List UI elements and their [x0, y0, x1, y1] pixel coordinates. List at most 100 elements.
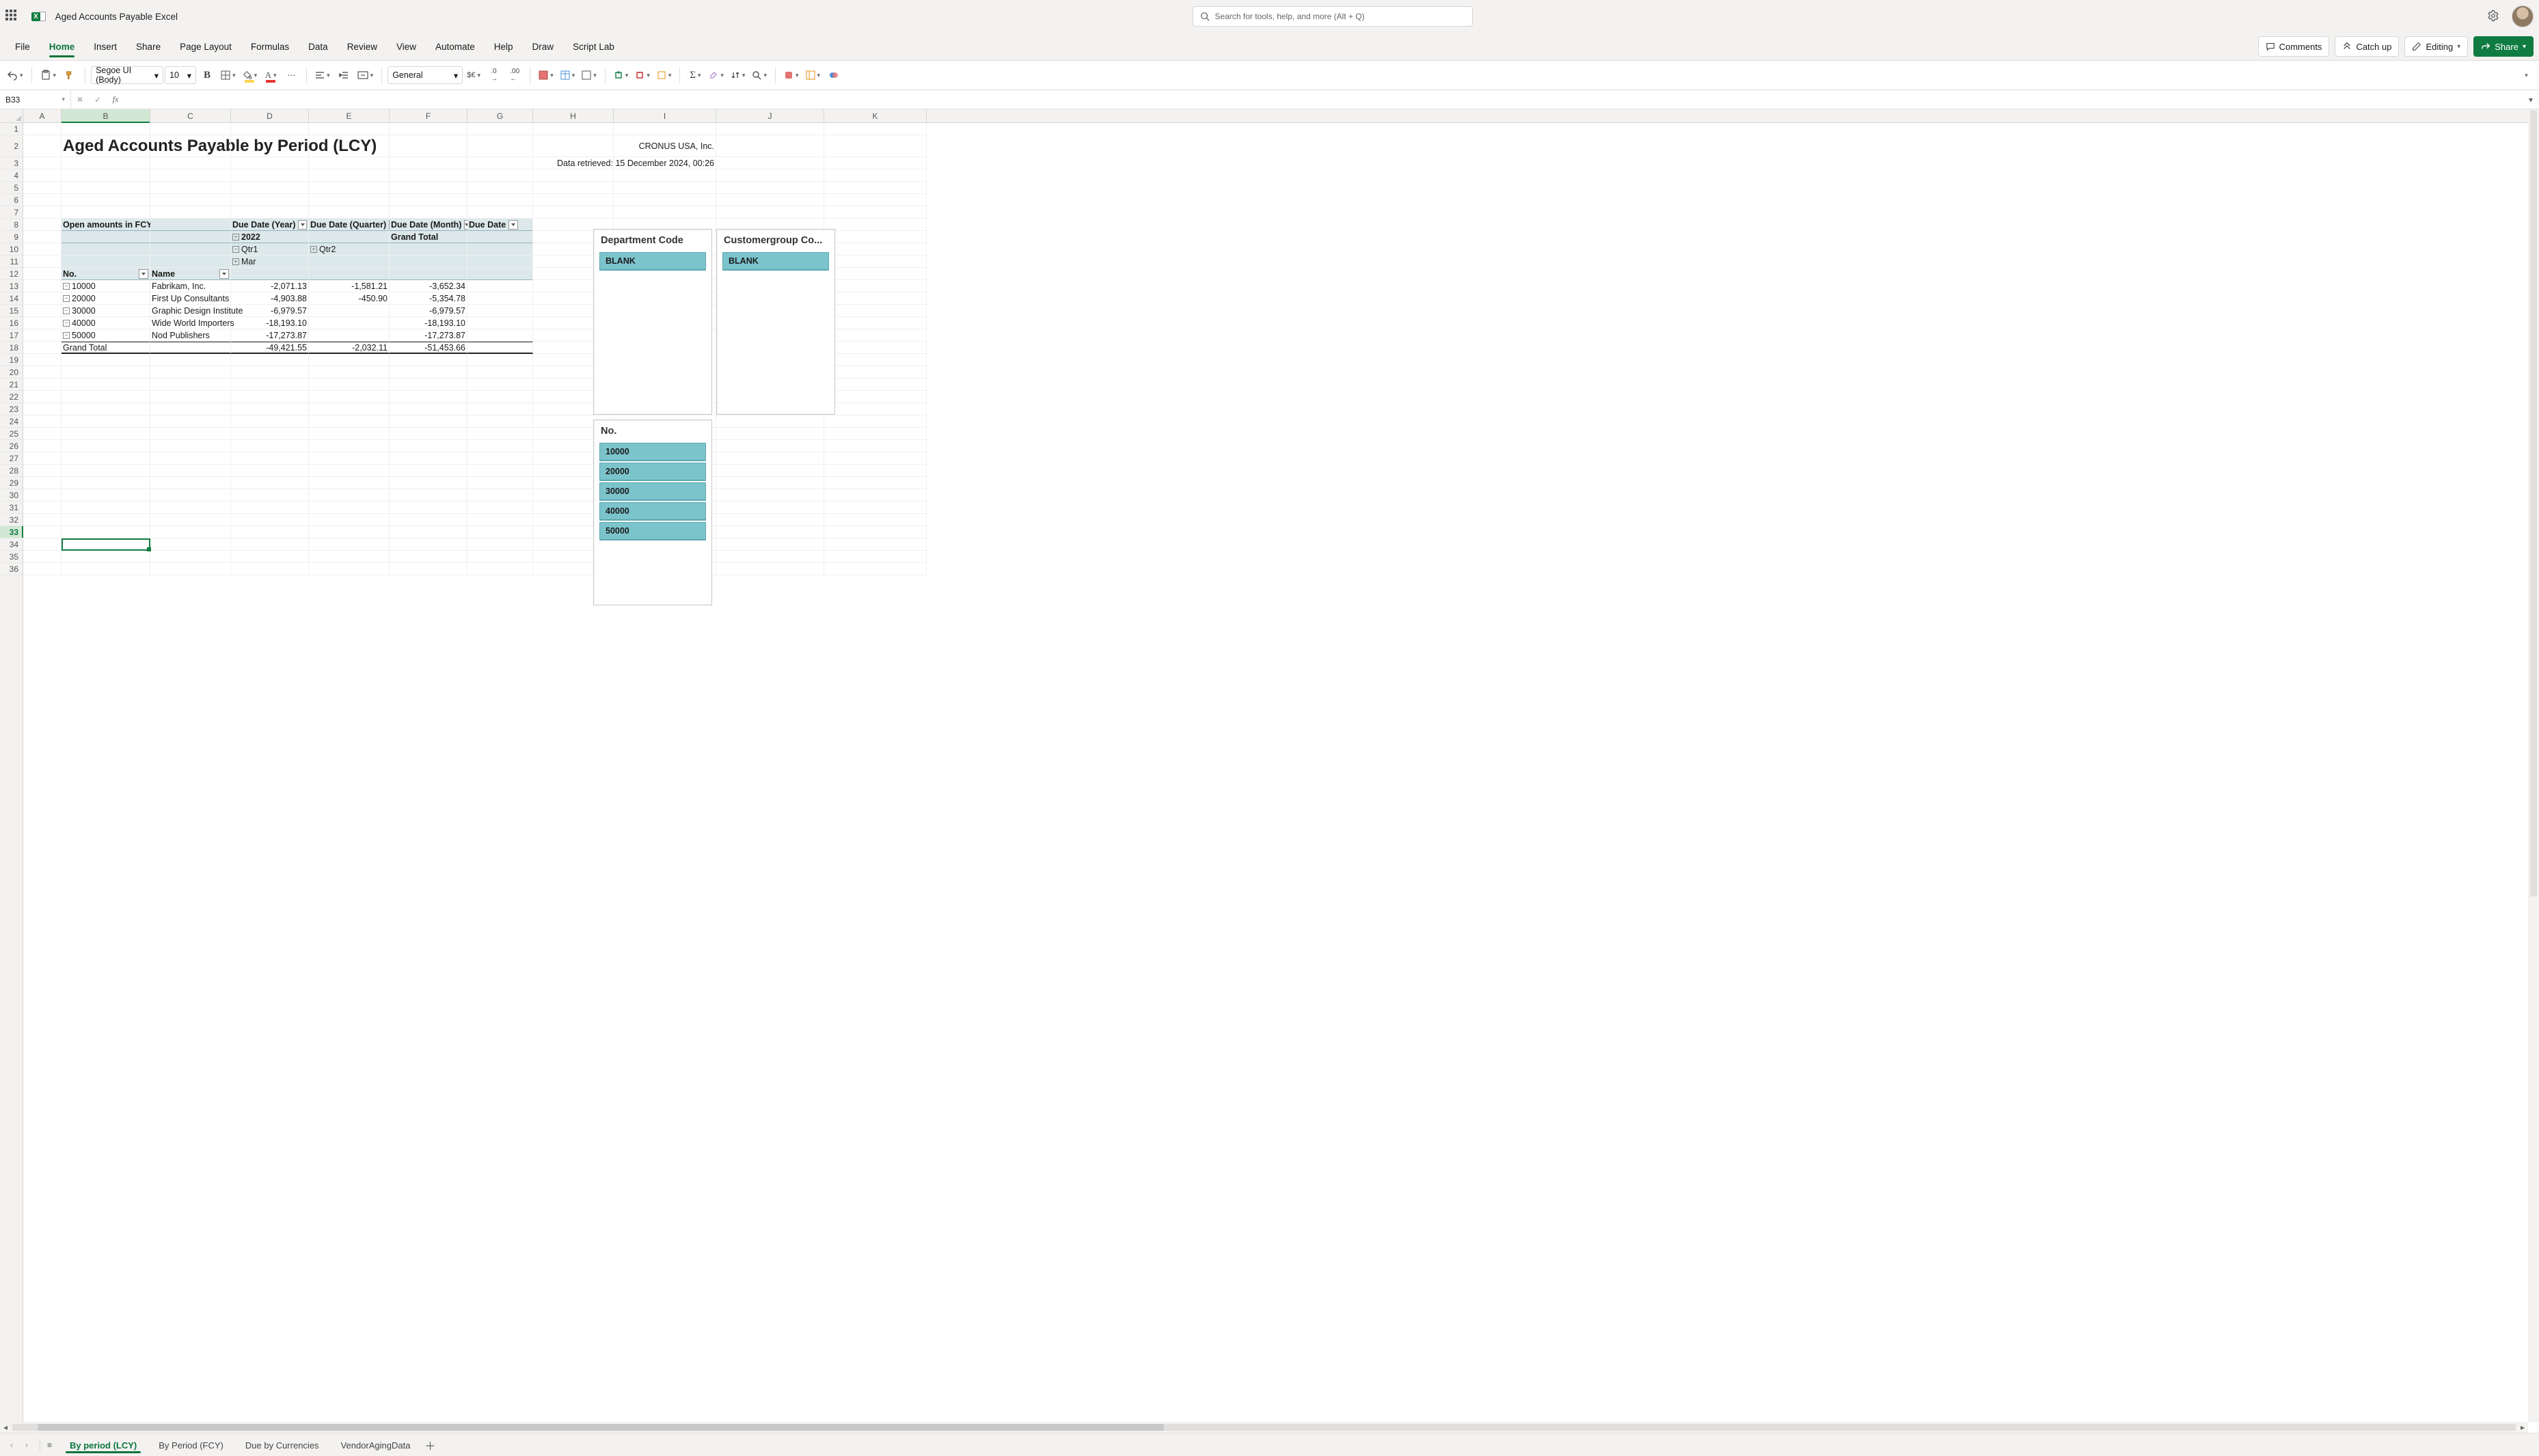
- slicer-item[interactable]: 50000: [599, 522, 706, 540]
- row-header[interactable]: 7: [0, 206, 23, 219]
- slicer-item[interactable]: 30000: [599, 482, 706, 500]
- tab-script-lab[interactable]: Script Lab: [563, 33, 624, 60]
- slicer-item[interactable]: 10000: [599, 443, 706, 461]
- slicer-department[interactable]: Department Code BLANK: [593, 229, 712, 415]
- number-format-select[interactable]: General▾: [388, 66, 463, 84]
- row-header[interactable]: 2: [0, 135, 23, 157]
- add-sheet-button[interactable]: ＋: [422, 1438, 437, 1453]
- horizontal-scrollbar[interactable]: ◂ ▸: [0, 1422, 2528, 1433]
- filter-button[interactable]: [139, 269, 148, 279]
- filter-button[interactable]: [508, 220, 518, 230]
- tab-file[interactable]: File: [5, 33, 40, 60]
- col-header[interactable]: B: [62, 109, 150, 122]
- pivot-year-value[interactable]: −2022: [231, 231, 309, 243]
- row-header[interactable]: 10: [0, 243, 23, 256]
- addins-button[interactable]: ▾: [781, 65, 802, 85]
- all-sheets-button[interactable]: ≡: [47, 1440, 52, 1450]
- row-header[interactable]: 24: [0, 415, 23, 428]
- row-header[interactable]: 23: [0, 403, 23, 415]
- row-headers[interactable]: 1234567891011121314151617181920212223242…: [0, 123, 23, 1422]
- ribbon-expand-button[interactable]: ▾: [2516, 65, 2535, 85]
- row-header[interactable]: 21: [0, 379, 23, 391]
- format-cells-button[interactable]: ▾: [654, 65, 675, 85]
- row-header[interactable]: 16: [0, 317, 23, 329]
- tab-page-layout[interactable]: Page Layout: [170, 33, 241, 60]
- font-size-select[interactable]: 10▾: [165, 66, 196, 84]
- more-font-button[interactable]: ⋯: [282, 65, 301, 85]
- expand-icon[interactable]: +: [232, 258, 239, 265]
- undo-button[interactable]: ▾: [4, 65, 26, 85]
- enter-formula-button[interactable]: ✓: [89, 95, 107, 105]
- format-table-button[interactable]: ▾: [558, 65, 578, 85]
- row-header[interactable]: 32: [0, 514, 23, 526]
- accounting-format-button[interactable]: $€▾: [464, 65, 483, 85]
- row-header[interactable]: 34: [0, 538, 23, 551]
- row-header[interactable]: 3: [0, 157, 23, 169]
- insert-cells-button[interactable]: ▾: [611, 65, 632, 85]
- copilot-button[interactable]: [824, 65, 843, 85]
- row-header[interactable]: 13: [0, 280, 23, 292]
- merge-button[interactable]: ▾: [355, 65, 377, 85]
- autosum-button[interactable]: Σ▾: [685, 65, 705, 85]
- column-headers[interactable]: A B C D E F G H I J K: [23, 109, 2528, 123]
- align-button[interactable]: ▾: [312, 65, 333, 85]
- row-header[interactable]: 28: [0, 465, 23, 477]
- collapse-icon[interactable]: −: [63, 332, 70, 339]
- row-header[interactable]: 6: [0, 194, 23, 206]
- slicer-item[interactable]: 20000: [599, 463, 706, 480]
- tab-automate[interactable]: Automate: [426, 33, 485, 60]
- row-header[interactable]: 12: [0, 268, 23, 280]
- col-header[interactable]: J: [716, 109, 824, 122]
- row-header[interactable]: 8: [0, 219, 23, 231]
- row-header[interactable]: 35: [0, 551, 23, 563]
- select-all-corner[interactable]: [0, 109, 23, 123]
- conditional-format-button[interactable]: ▾: [536, 65, 556, 85]
- fill-color-button[interactable]: ▾: [240, 65, 260, 85]
- row-header[interactable]: 15: [0, 305, 23, 317]
- tab-home[interactable]: Home: [40, 33, 85, 60]
- row-header[interactable]: 11: [0, 256, 23, 268]
- row-header[interactable]: 14: [0, 292, 23, 305]
- row-header[interactable]: 5: [0, 182, 23, 194]
- row-header[interactable]: 30: [0, 489, 23, 502]
- row-header[interactable]: 31: [0, 502, 23, 514]
- pivot-qtr2[interactable]: +Qtr2: [309, 243, 390, 256]
- catch-up-button[interactable]: Catch up: [2335, 36, 2399, 57]
- slicer-item[interactable]: 40000: [599, 502, 706, 520]
- row-header[interactable]: 19: [0, 354, 23, 366]
- sheet-nav-prev[interactable]: ‹: [5, 1439, 18, 1451]
- borders-button[interactable]: ▾: [218, 65, 239, 85]
- settings-icon[interactable]: [2487, 10, 2499, 24]
- editing-mode-button[interactable]: Editing ▾: [2404, 36, 2468, 57]
- collapse-icon[interactable]: −: [63, 283, 70, 290]
- sheet-tab[interactable]: By Period (FCY): [149, 1436, 233, 1453]
- tab-view[interactable]: View: [387, 33, 426, 60]
- font-color-button[interactable]: A▾: [261, 65, 280, 85]
- bold-button[interactable]: B: [198, 65, 217, 85]
- tab-review[interactable]: Review: [338, 33, 387, 60]
- pivot-month[interactable]: +Mar: [231, 256, 309, 268]
- insert-function-button[interactable]: fx: [107, 94, 124, 105]
- sheet-tab[interactable]: By period (LCY): [60, 1436, 146, 1453]
- decrease-decimal-button[interactable]: .00←: [505, 65, 524, 85]
- expand-formula-bar-button[interactable]: ▾: [2523, 90, 2539, 109]
- tab-help[interactable]: Help: [485, 33, 523, 60]
- row-header[interactable]: 18: [0, 342, 23, 354]
- comments-button[interactable]: Comments: [2258, 36, 2330, 57]
- sheet-tab[interactable]: Due by Currencies: [236, 1436, 329, 1453]
- collapse-icon[interactable]: −: [232, 234, 239, 241]
- share-button[interactable]: Share ▾: [2473, 36, 2534, 57]
- cell-styles-button[interactable]: ▾: [579, 65, 599, 85]
- clear-button[interactable]: ▾: [706, 65, 727, 85]
- tab-draw[interactable]: Draw: [523, 33, 564, 60]
- row-header[interactable]: 27: [0, 452, 23, 465]
- row-header[interactable]: 17: [0, 329, 23, 342]
- user-avatar[interactable]: [2512, 5, 2534, 27]
- font-name-select[interactable]: Segoe UI (Body)▾: [91, 66, 163, 84]
- scroll-right-button[interactable]: ▸: [2517, 1422, 2528, 1433]
- pivot-qtr1[interactable]: −Qtr1: [231, 243, 309, 256]
- col-header[interactable]: A: [23, 109, 62, 122]
- col-header[interactable]: G: [467, 109, 533, 122]
- row-header[interactable]: 9: [0, 231, 23, 243]
- cancel-formula-button[interactable]: ✕: [71, 95, 89, 105]
